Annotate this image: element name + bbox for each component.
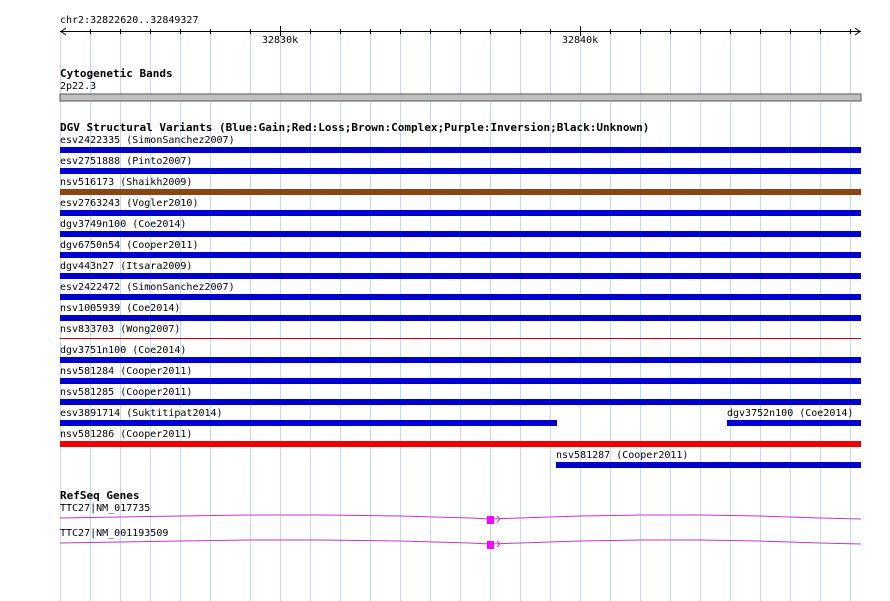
cytoband-track-title[interactable]: Cytogenetic Bands bbox=[60, 68, 173, 80]
variant-bar[interactable] bbox=[60, 399, 861, 405]
variant-bar[interactable] bbox=[60, 441, 861, 447]
variant-label[interactable]: esv2422335 (SimonSanchez2007) bbox=[60, 135, 235, 146]
refseq-track-title[interactable]: RefSeq Genes bbox=[60, 490, 139, 502]
cytoband-bar bbox=[59, 93, 862, 102]
variant-label[interactable]: dgv3752n100 (Coe2014) bbox=[727, 408, 853, 419]
dgv-track-title[interactable]: DGV Structural Variants (Blue:Gain;Red:L… bbox=[60, 122, 649, 134]
variant-label[interactable]: nsv581285 (Cooper2011) bbox=[60, 387, 192, 398]
variant-label[interactable]: esv3891714 (Suktitipat2014) bbox=[60, 408, 223, 419]
variant-label[interactable]: nsv833703 (Wong2007) bbox=[60, 324, 180, 335]
variant-label[interactable]: esv2763243 (Vogler2010) bbox=[60, 198, 198, 209]
variant-label[interactable]: nsv581286 (Cooper2011) bbox=[60, 429, 192, 440]
ruler-tick-label: 32830k bbox=[262, 35, 299, 46]
variant-bar[interactable] bbox=[60, 420, 557, 426]
variant-label[interactable]: nsv516173 (Shaikh2009) bbox=[60, 177, 192, 188]
variant-bar[interactable] bbox=[60, 294, 861, 300]
variant-label[interactable]: esv2751888 (Pinto2007) bbox=[60, 156, 192, 167]
variant-label[interactable]: dgv3751n100 (Coe2014) bbox=[60, 345, 186, 356]
variant-bar[interactable] bbox=[556, 462, 861, 468]
gene-2-exon bbox=[487, 541, 494, 549]
variant-bar[interactable] bbox=[60, 210, 861, 216]
gene-1-exon bbox=[487, 516, 494, 524]
gene-label[interactable]: TTC27|NM_001193509 bbox=[60, 528, 168, 539]
variant-label[interactable]: esv2422472 (SimonSanchez2007) bbox=[60, 282, 235, 293]
variant-label[interactable]: dgv6750n54 (Cooper2011) bbox=[60, 240, 198, 251]
gene-label[interactable]: TTC27|NM_017735 bbox=[60, 503, 150, 514]
variant-bar[interactable] bbox=[60, 189, 861, 195]
variant-bar[interactable] bbox=[60, 315, 861, 321]
variant-label[interactable]: nsv1005939 (Coe2014) bbox=[60, 303, 180, 314]
ruler-tick-label: 32840k bbox=[562, 35, 599, 46]
variant-bar[interactable] bbox=[60, 357, 861, 363]
variant-bar[interactable] bbox=[727, 420, 861, 426]
variant-bar-thin[interactable] bbox=[60, 338, 861, 339]
cytoband-label: 2p22.3 bbox=[60, 81, 97, 92]
ruler-region-label: chr2:32822620..32849327 bbox=[60, 15, 199, 26]
variant-bar[interactable] bbox=[60, 231, 861, 237]
variant-label[interactable]: dgv3749n100 (Coe2014) bbox=[60, 219, 186, 230]
variant-bar[interactable] bbox=[60, 252, 861, 258]
variant-bar[interactable] bbox=[60, 273, 861, 279]
variant-label[interactable]: nsv581287 (Cooper2011) bbox=[556, 450, 688, 461]
variant-label[interactable]: dgv443n27 (Itsara2009) bbox=[60, 261, 192, 272]
variant-bar[interactable] bbox=[60, 147, 861, 153]
variant-label[interactable]: nsv581284 (Cooper2011) bbox=[60, 366, 192, 377]
variant-bar[interactable] bbox=[60, 168, 861, 174]
variant-bar[interactable] bbox=[60, 378, 861, 384]
